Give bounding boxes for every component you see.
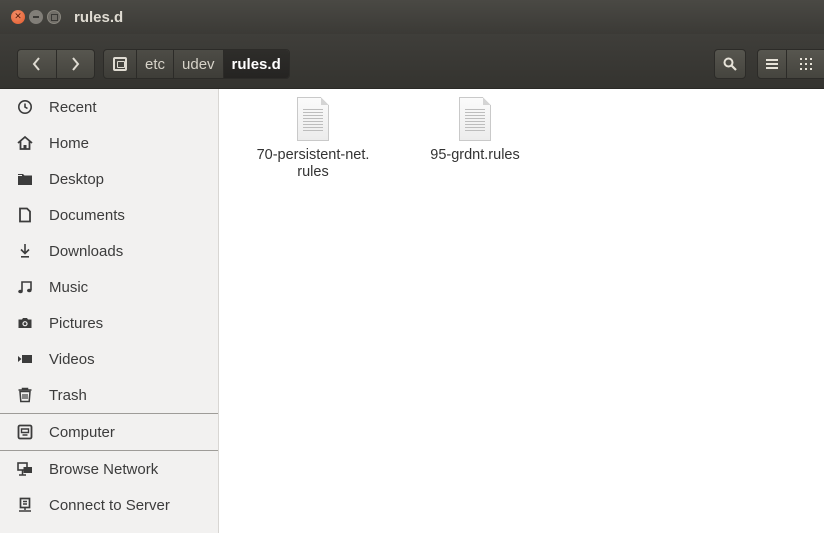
sidebar-item-label: Browse Network xyxy=(49,460,159,478)
file-item[interactable]: 70-persistent-net. rules xyxy=(248,97,378,181)
grid-view-button[interactable] xyxy=(786,49,824,79)
music-icon xyxy=(17,279,33,295)
list-icon xyxy=(766,59,778,69)
sidebar-item-home[interactable]: Home xyxy=(0,125,218,161)
chevron-left-icon xyxy=(32,57,40,71)
sidebar-item-downloads[interactable]: Downloads xyxy=(0,233,218,269)
breadcrumb-etc[interactable]: etc xyxy=(137,50,175,78)
sidebar-item-pictures[interactable]: Pictures xyxy=(0,305,218,341)
sidebar-item-desktop[interactable]: Desktop xyxy=(0,161,218,197)
sidebar-item-music[interactable]: Music xyxy=(0,269,218,305)
file-item[interactable]: 95-grdnt.rules xyxy=(410,97,540,164)
chevron-right-icon xyxy=(72,57,80,71)
file-view: 70-persistent-net. rules 95-grdnt.rules xyxy=(219,89,824,533)
drive-icon xyxy=(113,57,127,71)
sidebar-item-label: Computer xyxy=(49,423,115,441)
sidebar: Recent Home Desktop Documents Downloads … xyxy=(0,89,219,533)
forward-button[interactable] xyxy=(55,50,95,78)
folder-icon xyxy=(17,171,33,187)
server-icon xyxy=(17,497,33,513)
sidebar-item-label: Videos xyxy=(49,350,95,368)
home-icon xyxy=(17,135,33,151)
sidebar-item-label: Trash xyxy=(49,386,87,404)
sidebar-item-videos[interactable]: Videos xyxy=(0,341,218,377)
download-icon xyxy=(17,243,33,259)
minimize-window-button[interactable] xyxy=(29,10,43,24)
sidebar-item-label: Connect to Server xyxy=(49,496,170,514)
sidebar-item-label: Desktop xyxy=(49,170,105,188)
sidebar-item-connect-to-server[interactable]: Connect to Server xyxy=(0,487,218,523)
close-window-button[interactable]: ✕ xyxy=(11,10,25,24)
sidebar-item-documents[interactable]: Documents xyxy=(0,197,218,233)
camera-icon xyxy=(17,315,33,331)
sidebar-item-label: Pictures xyxy=(49,314,104,332)
list-view-button[interactable] xyxy=(757,49,787,79)
navigation-buttons xyxy=(17,49,95,79)
breadcrumb-rules-d[interactable]: rules.d xyxy=(223,50,289,78)
clock-icon xyxy=(17,99,33,115)
sidebar-item-label: Recent xyxy=(49,98,97,116)
text-file-icon xyxy=(297,97,329,141)
video-icon xyxy=(17,351,33,367)
file-name: 95-grdnt.rules xyxy=(430,147,520,163)
grid-icon xyxy=(800,58,812,70)
sidebar-item-trash[interactable]: Trash xyxy=(0,377,218,413)
search-button[interactable] xyxy=(714,49,746,79)
network-icon xyxy=(17,461,33,477)
sidebar-item-label: Documents xyxy=(49,206,125,224)
drive-icon xyxy=(17,424,33,440)
sidebar-item-label: Downloads xyxy=(49,242,124,260)
file-name: 70-persistent-net. rules xyxy=(256,147,370,180)
breadcrumb: etc udev rules.d xyxy=(103,49,290,79)
back-button[interactable] xyxy=(18,50,56,78)
trash-icon xyxy=(17,387,33,403)
window-title: rules.d xyxy=(74,8,124,26)
sidebar-item-label: Music xyxy=(49,278,89,296)
sidebar-item-recent[interactable]: Recent xyxy=(0,89,218,125)
breadcrumb-udev[interactable]: udev xyxy=(174,50,224,78)
maximize-window-button[interactable] xyxy=(47,10,61,24)
sidebar-item-label: Home xyxy=(49,134,90,152)
text-file-icon xyxy=(459,97,491,141)
title-bar: ✕ rules.d xyxy=(0,0,824,34)
sidebar-item-computer[interactable]: Computer xyxy=(0,414,218,450)
document-icon xyxy=(17,207,33,223)
toolbar: etc udev rules.d xyxy=(0,34,824,89)
sidebar-item-browse-network[interactable]: Browse Network xyxy=(0,451,218,487)
breadcrumb-root[interactable] xyxy=(104,50,137,78)
search-icon xyxy=(723,57,737,71)
